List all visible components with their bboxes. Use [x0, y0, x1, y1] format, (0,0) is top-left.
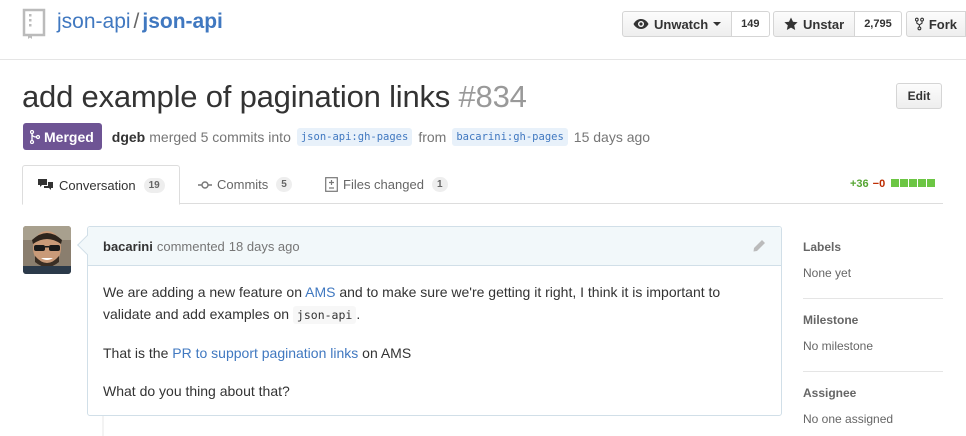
pr-tabnav: Conversation 19 Commits 5 Files changed …: [22, 165, 943, 205]
pagination-pr-link[interactable]: PR to support pagination links: [172, 345, 358, 361]
fork-icon: [915, 17, 924, 31]
tab-files-changed-label: Files changed: [343, 177, 424, 192]
diffstat: +36 −0: [850, 178, 936, 190]
ams-link[interactable]: AMS: [305, 284, 335, 300]
star-group: Unstar 2,795: [773, 11, 902, 37]
diffstat-block: [918, 179, 927, 187]
sidebar-assignee-title: Assignee: [803, 386, 857, 400]
tab-conversation-label: Conversation: [59, 177, 136, 193]
comment-action: commented: [156, 238, 225, 254]
star-icon: [784, 17, 798, 30]
sidebar-assignee-value: No one assigned: [803, 412, 894, 426]
head-branch-label[interactable]: bacarini:gh-pages: [452, 127, 568, 146]
discussion-sidebar: Labels None yet Milestone No milestone A…: [803, 226, 943, 436]
sidebar-labels-title: Labels: [803, 240, 842, 254]
merge-time: 15 days ago: [573, 128, 651, 145]
avatar[interactable]: [23, 226, 71, 274]
tab-commits-label: Commits: [217, 177, 269, 192]
pr-number: #834: [458, 79, 527, 114]
comment-text: We are adding a new feature on: [103, 284, 306, 300]
pr-title-text: add example of pagination links: [22, 79, 451, 114]
repo-icon: [22, 8, 46, 39]
repo-owner-link[interactable]: json-api: [57, 10, 131, 33]
edit-button[interactable]: Edit: [896, 83, 942, 109]
comment-paragraph-1: We are adding a new feature on AMS and t…: [103, 281, 766, 326]
comment-body: We are adding a new feature on AMS and t…: [88, 266, 781, 433]
unstar-button[interactable]: Unstar: [773, 11, 856, 37]
sidebar-milestone: Milestone No milestone: [803, 299, 943, 372]
diff-icon: [325, 177, 338, 192]
sidebar-assignee: Assignee No one assigned: [803, 372, 943, 436]
pencil-icon[interactable]: [752, 239, 766, 253]
merger-author-link[interactable]: dgeb: [112, 129, 145, 145]
unwatch-button[interactable]: Unwatch: [622, 11, 733, 37]
chevron-down-icon: [713, 22, 722, 26]
diffstat-block: [909, 179, 918, 187]
comment-box: bacarini commented 18 days ago We are ad…: [77, 226, 782, 416]
diffstat-block: [927, 179, 936, 187]
comment-text: That is the: [103, 345, 173, 361]
repo-name-link[interactable]: json-api: [142, 10, 223, 33]
from-text: from: [418, 128, 447, 145]
merged-state-label: Merged: [44, 128, 94, 145]
sidebar-milestone-value: No milestone: [803, 339, 874, 353]
pr-meta: Merged dgeb merged 5 commits into json-a…: [23, 123, 650, 150]
merged-text: merged 5 commits into: [149, 128, 291, 145]
tab-files-changed[interactable]: Files changed 1: [325, 165, 448, 204]
base-branch-label[interactable]: json-api:gh-pages: [296, 127, 413, 146]
diffstat-block: [891, 179, 900, 187]
stargazers-count[interactable]: 2,795: [855, 11, 902, 37]
repo-title: json-api / json-api: [57, 10, 223, 34]
diffstat-additions: +36: [850, 178, 869, 190]
fork-button[interactable]: Fork: [906, 11, 966, 37]
comment-time-link[interactable]: 18 days ago: [229, 239, 300, 254]
comment-discussion-icon: [38, 179, 53, 190]
diffstat-deletions: −0: [872, 178, 886, 190]
watchers-count[interactable]: 149: [732, 11, 770, 37]
comment-header: bacarini commented 18 days ago: [88, 227, 781, 266]
unstar-label: Unstar: [803, 16, 845, 32]
tab-files-changed-count: 1: [431, 177, 448, 192]
comment-author-link[interactable]: bacarini: [103, 239, 153, 254]
fork-label: Fork: [928, 16, 957, 32]
comment-text: .: [356, 306, 361, 322]
repo-header: json-api / json-api Unwatch 149 Unstar 2,7…: [0, 0, 966, 60]
comment-paragraph-3: What do you thing about that?: [103, 383, 290, 399]
comment-paragraph-2: That is the PR to support pagination lin…: [103, 342, 766, 364]
repo-separator: /: [133, 10, 140, 33]
diffstat-block: [900, 179, 909, 187]
eye-icon: [633, 19, 649, 29]
watch-group: Unwatch 149: [622, 11, 770, 37]
tab-conversation[interactable]: Conversation 19: [22, 165, 180, 205]
git-commit-icon: [198, 180, 212, 189]
diffstat-blocks: [891, 178, 936, 190]
tab-commits-count: 5: [276, 177, 292, 192]
sidebar-milestone-title: Milestone: [803, 313, 859, 327]
sidebar-labels-value: None yet: [803, 266, 852, 280]
json-api-code: json-api: [292, 306, 357, 324]
fork-group: Fork: [906, 11, 966, 37]
unwatch-label: Unwatch: [654, 16, 709, 32]
pr-title: add example of pagination links #834: [22, 79, 527, 115]
git-merge-icon: [30, 129, 40, 144]
sidebar-labels: Labels None yet: [803, 226, 943, 299]
avatar-image: [23, 226, 71, 274]
tab-conversation-count: 19: [143, 177, 165, 193]
comment-text: on AMS: [358, 345, 412, 361]
tab-commits[interactable]: Commits 5: [198, 165, 292, 204]
merged-state-badge: Merged: [23, 123, 102, 150]
